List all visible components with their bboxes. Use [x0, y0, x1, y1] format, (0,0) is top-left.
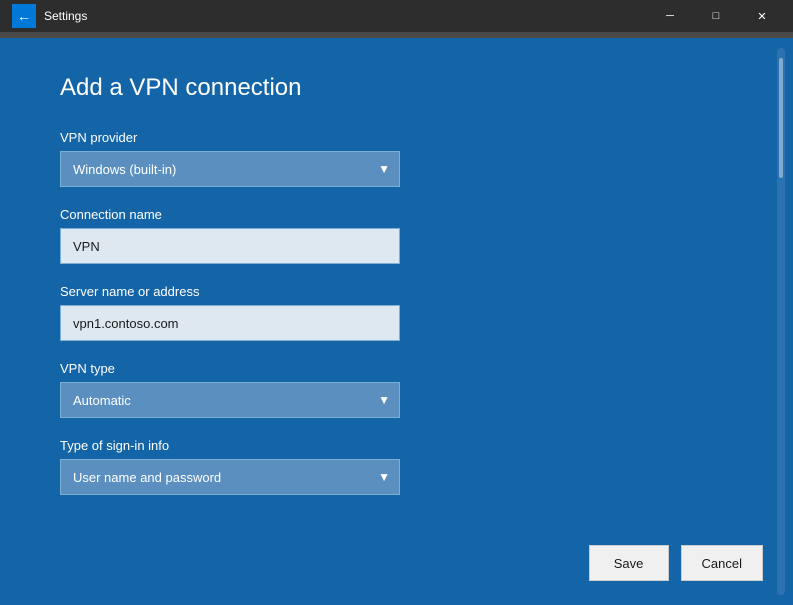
title-bar-controls: ─ □ ✕ [647, 0, 785, 32]
server-name-input[interactable] [60, 305, 400, 341]
minimize-button[interactable]: ─ [647, 0, 693, 32]
vpn-type-select[interactable]: Automatic PPTP L2TP/IPsec with certifica… [60, 382, 400, 418]
title-bar: ← Settings ─ □ ✕ [0, 0, 793, 32]
title-bar-title: Settings [44, 9, 87, 23]
sign-in-info-label: Type of sign-in info [60, 438, 709, 453]
back-button[interactable]: ← [12, 4, 36, 28]
save-button[interactable]: Save [589, 545, 669, 581]
vpn-provider-label: VPN provider [60, 130, 709, 145]
bottom-buttons: Save Cancel [589, 545, 763, 581]
server-name-group: Server name or address [60, 284, 709, 341]
vpn-provider-select[interactable]: Windows (built-in) Other [60, 151, 400, 187]
connection-name-input[interactable] [60, 228, 400, 264]
sign-in-info-group: Type of sign-in info User name and passw… [60, 438, 709, 495]
vpn-provider-wrapper: Windows (built-in) Other ▼ [60, 151, 400, 187]
sign-in-info-wrapper: User name and password Smart card One-ti… [60, 459, 400, 495]
scrollbar-track[interactable] [777, 48, 785, 595]
main-content: Add a VPN connection VPN provider Window… [0, 38, 793, 605]
vpn-provider-group: VPN provider Windows (built-in) Other ▼ [60, 130, 709, 187]
vpn-type-group: VPN type Automatic PPTP L2TP/IPsec with … [60, 361, 709, 418]
vpn-type-label: VPN type [60, 361, 709, 376]
form-area: Add a VPN connection VPN provider Window… [0, 38, 769, 605]
page-title: Add a VPN connection [60, 74, 709, 102]
back-icon: ← [17, 8, 31, 24]
sign-in-info-select[interactable]: User name and password Smart card One-ti… [60, 459, 400, 495]
server-name-label: Server name or address [60, 284, 709, 299]
scrollbar-thumb[interactable] [779, 58, 783, 178]
vpn-type-wrapper: Automatic PPTP L2TP/IPsec with certifica… [60, 382, 400, 418]
title-bar-left: ← Settings [12, 4, 87, 28]
connection-name-group: Connection name [60, 207, 709, 264]
connection-name-label: Connection name [60, 207, 709, 222]
maximize-button[interactable]: □ [693, 0, 739, 32]
close-button[interactable]: ✕ [739, 0, 785, 32]
cancel-button[interactable]: Cancel [681, 545, 763, 581]
